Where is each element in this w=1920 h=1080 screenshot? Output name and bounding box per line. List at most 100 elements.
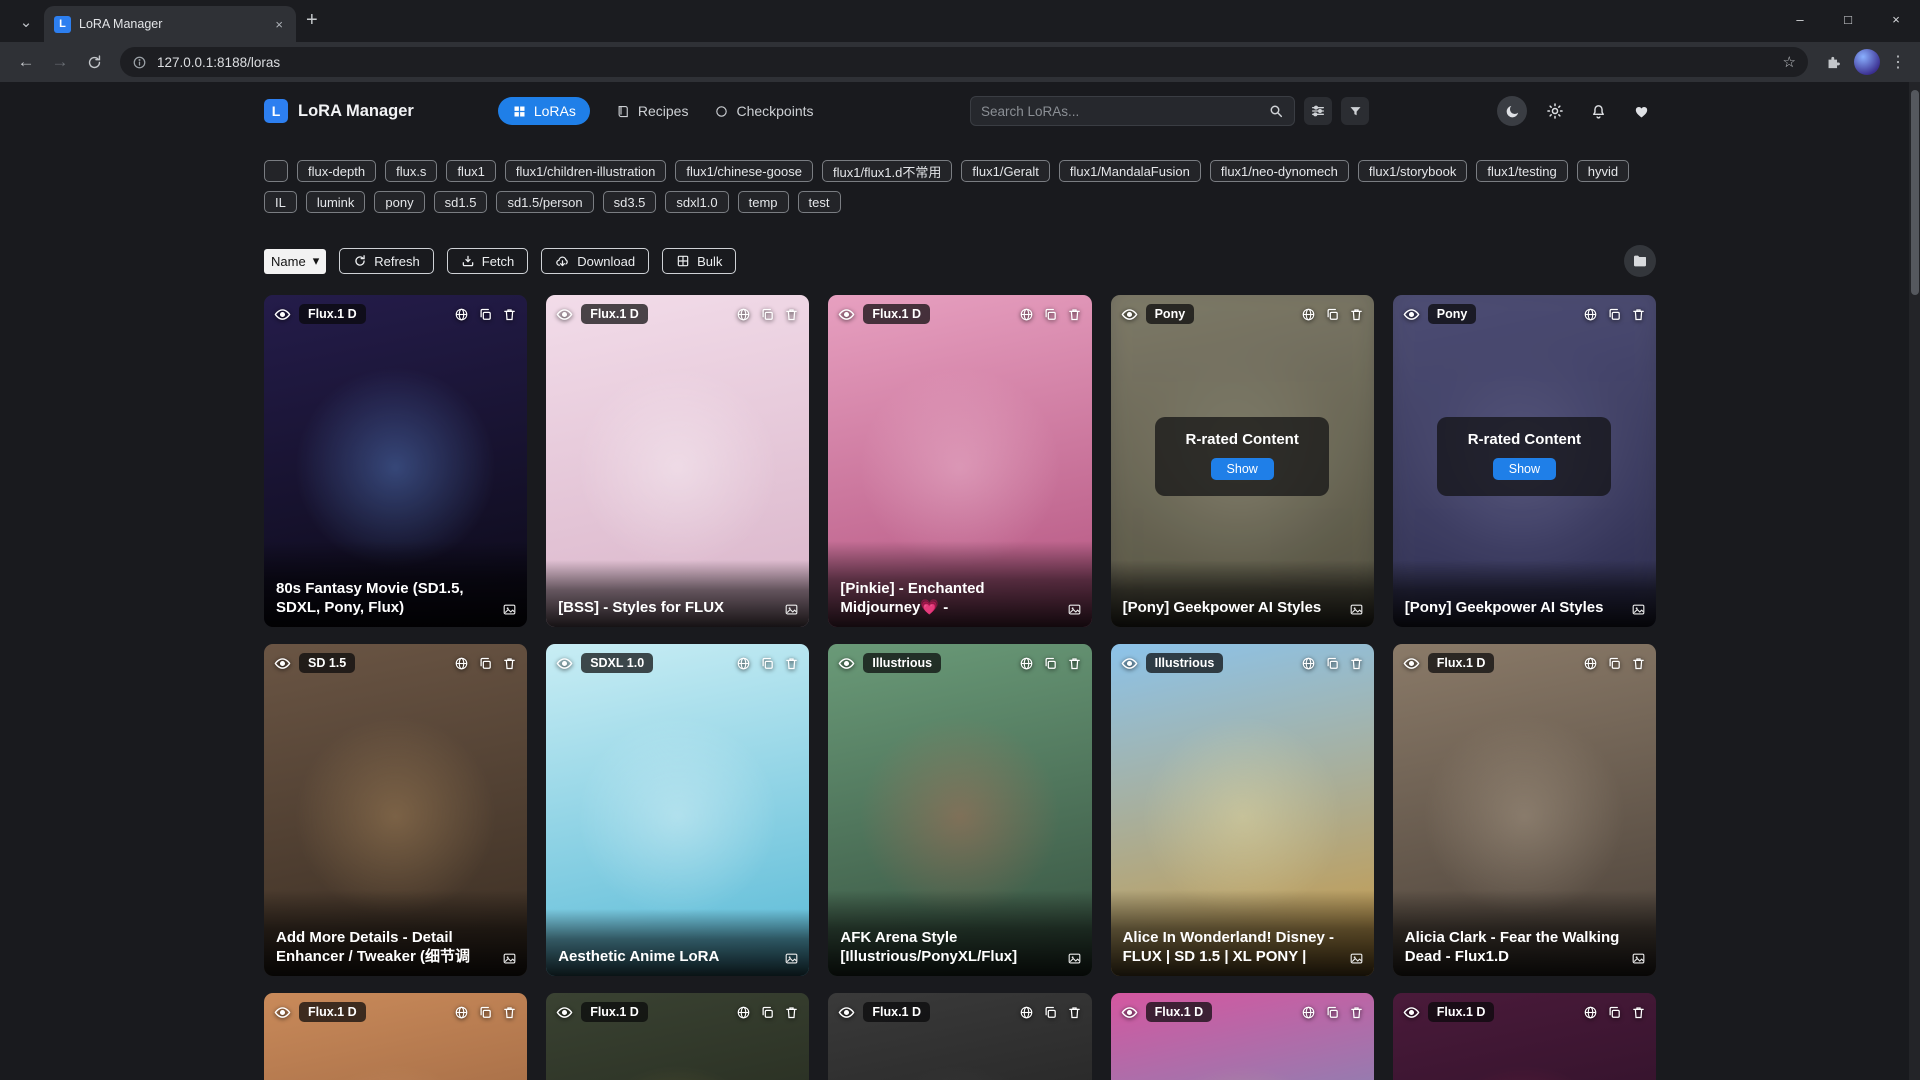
trash-icon[interactable]	[1631, 656, 1646, 671]
eye-icon[interactable]	[838, 1004, 855, 1021]
window-minimize-button[interactable]: –	[1776, 0, 1824, 38]
reload-button[interactable]	[78, 46, 110, 78]
image-icon[interactable]	[1067, 951, 1082, 966]
tab-checkpoints[interactable]: Checkpoints	[714, 103, 813, 119]
globe-icon[interactable]	[454, 1005, 469, 1020]
copy-icon[interactable]	[478, 1005, 493, 1020]
window-maximize-button[interactable]: □	[1824, 0, 1872, 38]
trash-icon[interactable]	[1349, 307, 1364, 322]
image-icon[interactable]	[1631, 602, 1646, 617]
lora-card[interactable]: Illustrious Alice In Wonderland! Disney …	[1111, 644, 1374, 976]
copy-icon[interactable]	[1325, 656, 1340, 671]
scrollbar-thumb[interactable]	[1911, 90, 1919, 295]
trash-icon[interactable]	[784, 1005, 799, 1020]
eye-icon[interactable]	[838, 655, 855, 672]
lora-card[interactable]: Flux.1 D	[546, 993, 809, 1080]
tag-chip[interactable]: IL	[264, 191, 297, 213]
eye-icon[interactable]	[1403, 1004, 1420, 1021]
lora-card[interactable]: Flux.1 D [Pinkie] - Enchanted Midjourney…	[828, 295, 1091, 627]
open-folder-button[interactable]	[1624, 245, 1656, 277]
eye-icon[interactable]	[1403, 655, 1420, 672]
trash-icon[interactable]	[1349, 656, 1364, 671]
favorites-button[interactable]	[1626, 96, 1656, 126]
trash-icon[interactable]	[502, 656, 517, 671]
copy-icon[interactable]	[1325, 1005, 1340, 1020]
copy-icon[interactable]	[1043, 656, 1058, 671]
bookmark-star-icon[interactable]: ☆	[1783, 53, 1796, 71]
eye-icon[interactable]	[556, 1004, 573, 1021]
globe-icon[interactable]	[1583, 656, 1598, 671]
tag-chip[interactable]: flux-depth	[297, 160, 376, 182]
eye-icon[interactable]	[274, 1004, 291, 1021]
trash-icon[interactable]	[1349, 1005, 1364, 1020]
eye-icon[interactable]	[1403, 306, 1420, 323]
copy-icon[interactable]	[1607, 307, 1622, 322]
filter-button[interactable]	[1341, 97, 1369, 125]
image-icon[interactable]	[784, 951, 799, 966]
image-icon[interactable]	[502, 951, 517, 966]
globe-icon[interactable]	[454, 307, 469, 322]
globe-icon[interactable]	[1301, 656, 1316, 671]
new-tab-button[interactable]: +	[306, 9, 318, 32]
eye-icon[interactable]	[838, 306, 855, 323]
trash-icon[interactable]	[1067, 1005, 1082, 1020]
tag-chip[interactable]: test	[798, 191, 841, 213]
tag-chip[interactable]: flux1/testing	[1476, 160, 1567, 182]
globe-icon[interactable]	[736, 1005, 751, 1020]
eye-icon[interactable]	[274, 655, 291, 672]
globe-icon[interactable]	[1019, 1005, 1034, 1020]
lora-card[interactable]: Flux.1 D	[264, 993, 527, 1080]
tag-chip[interactable]: flux1/Geralt	[961, 160, 1049, 182]
globe-icon[interactable]	[1019, 656, 1034, 671]
trash-icon[interactable]	[1631, 1005, 1646, 1020]
tag-chip[interactable]: flux1/storybook	[1358, 160, 1467, 182]
search-input[interactable]	[981, 104, 1268, 119]
globe-icon[interactable]	[736, 307, 751, 322]
lora-card[interactable]: SD 1.5 Add More Details - Detail Enhance…	[264, 644, 527, 976]
eye-icon[interactable]	[1121, 306, 1138, 323]
tag-chip[interactable]: pony	[374, 191, 424, 213]
trash-icon[interactable]	[1631, 307, 1646, 322]
tag-chip[interactable]: flux1/children-illustration	[505, 160, 666, 182]
globe-icon[interactable]	[1301, 307, 1316, 322]
tag-chip[interactable]: lumink	[306, 191, 366, 213]
copy-icon[interactable]	[1043, 1005, 1058, 1020]
tag-chip[interactable]: flux1/neo-dynomech	[1210, 160, 1349, 182]
copy-icon[interactable]	[760, 307, 775, 322]
browser-menu-icon[interactable]: ⋮	[1886, 52, 1910, 72]
show-button[interactable]: Show	[1493, 458, 1556, 480]
tab-loras[interactable]: LoRAs	[498, 97, 590, 125]
trash-icon[interactable]	[502, 307, 517, 322]
copy-icon[interactable]	[760, 1005, 775, 1020]
trash-icon[interactable]	[502, 1005, 517, 1020]
scrollbar[interactable]	[1909, 82, 1920, 1080]
image-icon[interactable]	[1349, 951, 1364, 966]
sort-settings-button[interactable]	[1304, 97, 1332, 125]
tag-chip[interactable]: sd3.5	[603, 191, 657, 213]
tag-chip[interactable]: flux1/flux1.d不常用	[822, 160, 952, 182]
tag-chip[interactable]: flux1/MandalaFusion	[1059, 160, 1201, 182]
lora-card[interactable]: Pony R-rated Content Show [Pony] Geekpow…	[1111, 295, 1374, 627]
show-button[interactable]: Show	[1211, 458, 1274, 480]
bulk-button[interactable]: Bulk	[662, 248, 736, 274]
lora-card[interactable]: Flux.1 D	[1111, 993, 1374, 1080]
image-icon[interactable]	[1631, 951, 1646, 966]
copy-icon[interactable]	[760, 656, 775, 671]
lora-card[interactable]: SDXL 1.0 Aesthetic Anime LoRA	[546, 644, 809, 976]
globe-icon[interactable]	[454, 656, 469, 671]
tag-chip[interactable]: flux1/chinese-goose	[675, 160, 813, 182]
settings-button[interactable]	[1540, 96, 1570, 126]
lora-card[interactable]: Pony R-rated Content Show [Pony] Geekpow…	[1393, 295, 1656, 627]
address-bar[interactable]: 127.0.0.1:8188/loras ☆	[120, 47, 1808, 77]
tab-recipes[interactable]: Recipes	[616, 103, 689, 119]
copy-icon[interactable]	[478, 307, 493, 322]
trash-icon[interactable]	[1067, 656, 1082, 671]
trash-icon[interactable]	[784, 656, 799, 671]
trash-icon[interactable]	[1067, 307, 1082, 322]
back-button[interactable]: ←	[10, 46, 42, 78]
image-icon[interactable]	[1067, 602, 1082, 617]
globe-icon[interactable]	[1019, 307, 1034, 322]
tag-chip[interactable]: sd1.5	[434, 191, 488, 213]
tag-chip[interactable]: temp	[738, 191, 789, 213]
site-info-icon[interactable]	[132, 55, 147, 70]
